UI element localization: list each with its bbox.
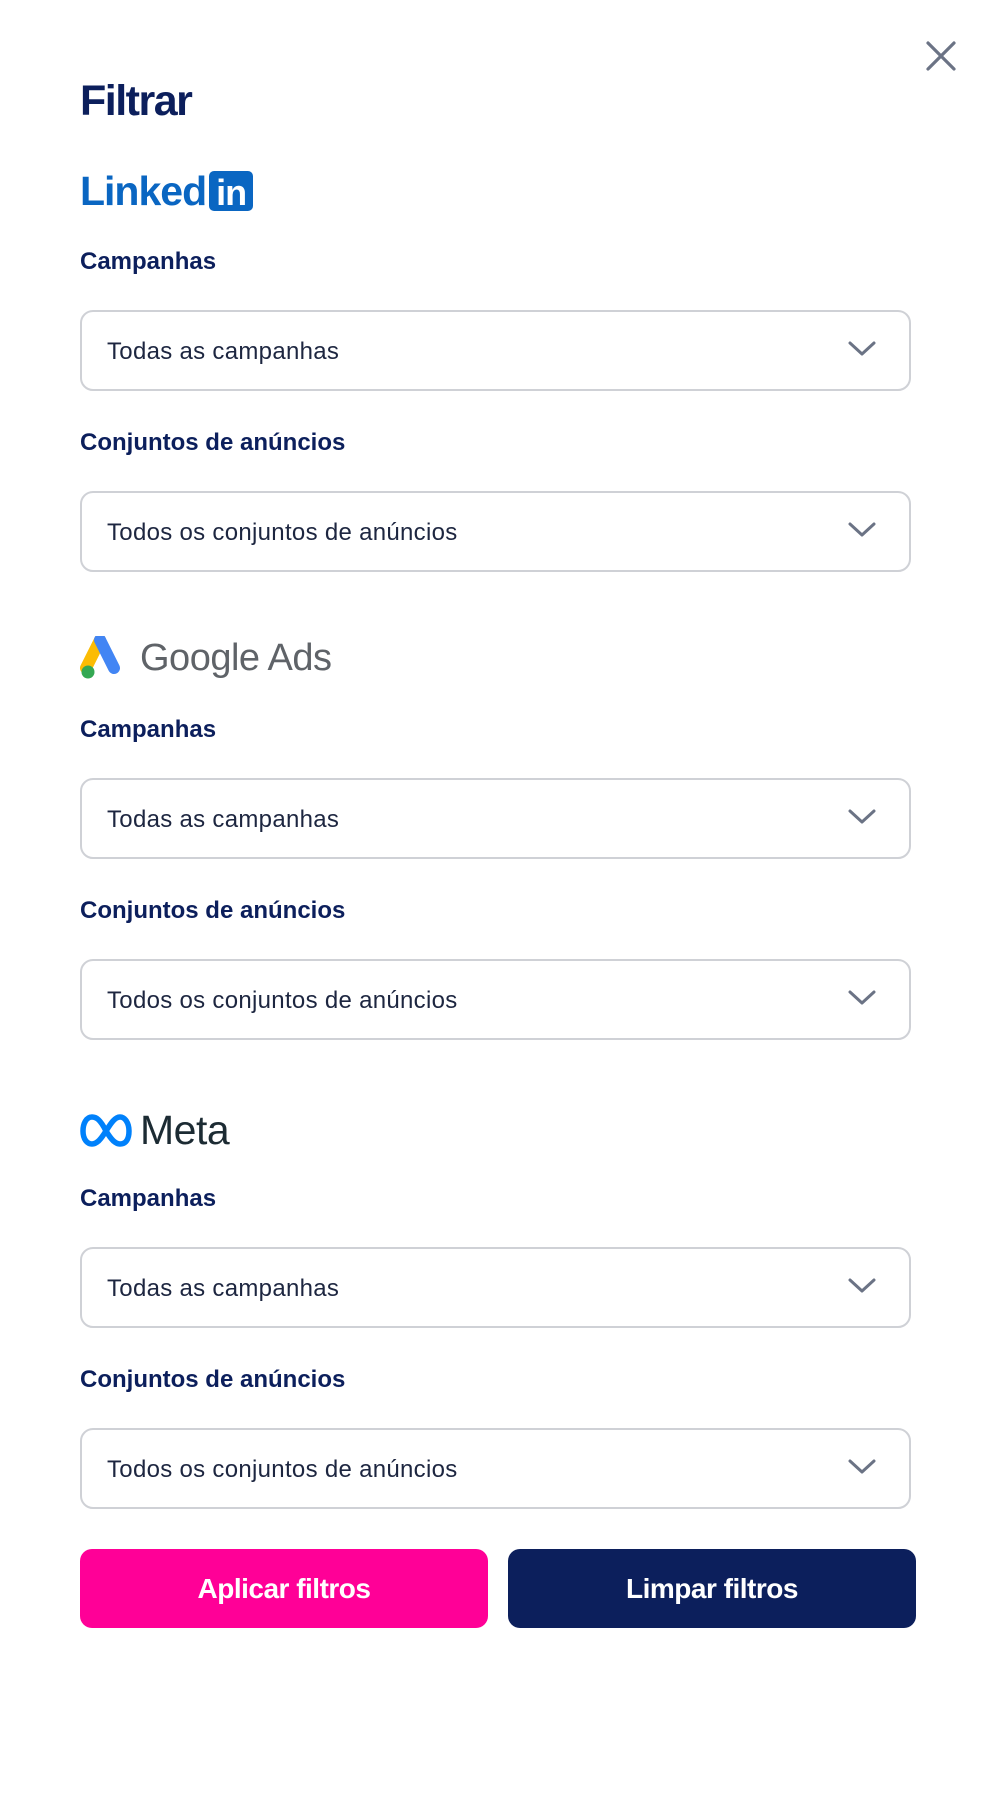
meta-campaigns-label: Campanhas xyxy=(80,1185,217,1212)
google-ads-logo: Google Ads xyxy=(80,636,332,680)
chevron-down-icon xyxy=(847,989,877,1007)
linkedin-logo-text: Linked xyxy=(80,168,207,214)
google-adsets-label: Conjuntos de anúncios xyxy=(80,897,346,924)
meta-logo-row: Meta xyxy=(80,1105,915,1153)
chevron-down-icon xyxy=(847,340,877,358)
meta-campaigns-value: Todas as campanhas xyxy=(107,1275,340,1302)
linkedin-logo: Linked in xyxy=(80,168,254,214)
clear-filters-button[interactable]: Limpar filtros xyxy=(508,1549,916,1628)
google-adsets-value: Todos os conjuntos de anúncios xyxy=(107,987,458,1014)
close-icon xyxy=(926,41,956,71)
linkedin-adsets-select[interactable]: Todos os conjuntos de anúncios xyxy=(80,491,911,572)
apply-filters-button[interactable]: Aplicar filtros xyxy=(80,1549,488,1628)
meta-logo-text: Meta xyxy=(140,1107,230,1153)
chevron-down-icon xyxy=(847,521,877,539)
google-ads-logo-text: Google Ads xyxy=(140,636,332,679)
meta-infinity-icon xyxy=(80,1113,132,1147)
google-ads-icon xyxy=(80,636,120,679)
linkedin-adsets-label: Conjuntos de anúncios xyxy=(80,429,346,456)
linkedin-campaigns-select[interactable]: Todas as campanhas xyxy=(80,310,911,391)
linkedin-campaigns-label: Campanhas xyxy=(80,248,217,275)
google-campaigns-value: Todas as campanhas xyxy=(107,806,340,833)
close-button[interactable] xyxy=(921,36,961,76)
linkedin-section: Linked in Campanhas Todas as campanhas C… xyxy=(80,168,915,572)
meta-adsets-value: Todos os conjuntos de anúncios xyxy=(107,1456,458,1483)
meta-adsets-select[interactable]: Todos os conjuntos de anúncios xyxy=(80,1428,911,1509)
linkedin-campaigns-value: Todas as campanhas xyxy=(107,338,340,365)
google-ads-logo-row: Google Ads xyxy=(80,636,915,684)
google-campaigns-label: Campanhas xyxy=(80,716,217,743)
page-title: Filtrar xyxy=(80,77,193,125)
meta-adsets-label: Conjuntos de anúncios xyxy=(80,1366,346,1393)
linkedin-logo-box: in xyxy=(209,171,254,213)
google-adsets-select[interactable]: Todos os conjuntos de anúncios xyxy=(80,959,911,1040)
chevron-down-icon xyxy=(847,1458,877,1476)
meta-campaigns-select[interactable]: Todas as campanhas xyxy=(80,1247,911,1328)
google-ads-section: Google Ads Campanhas Todas as campanhas … xyxy=(80,636,915,1040)
google-campaigns-select[interactable]: Todas as campanhas xyxy=(80,778,911,859)
meta-logo: Meta xyxy=(80,1107,230,1154)
linkedin-logo-row: Linked in xyxy=(80,168,915,216)
chevron-down-icon xyxy=(847,1277,877,1295)
meta-section: Meta Campanhas Todas as campanhas Conjun… xyxy=(80,1105,915,1509)
linkedin-adsets-value: Todos os conjuntos de anúncios xyxy=(107,519,458,546)
chevron-down-icon xyxy=(847,808,877,826)
